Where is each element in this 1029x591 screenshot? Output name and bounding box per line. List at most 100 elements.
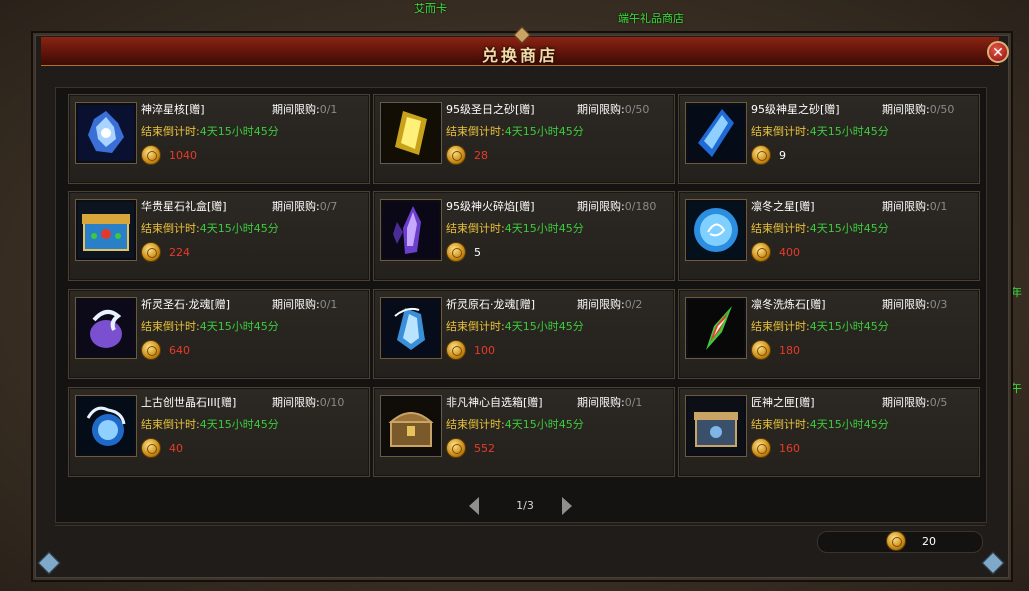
yellow-crystal-icon[interactable]	[380, 102, 442, 164]
gold-coin-icon	[141, 438, 161, 458]
item-name: 祈灵原石·龙魂[赠]	[446, 298, 536, 311]
gold-coin-icon	[886, 531, 906, 551]
page-number: 1/3	[516, 499, 534, 512]
countdown-label: 结束倒计时:	[141, 125, 200, 138]
limit-label: 期间限购:	[577, 103, 625, 116]
refine-stone-icon[interactable]	[685, 297, 747, 359]
countdown-value: 4天15小时45分	[809, 418, 889, 431]
limit-value: 0/1	[929, 200, 948, 213]
pager: 1/3	[35, 493, 1009, 517]
limit-value: 0/180	[624, 200, 657, 213]
limit-value: 0/50	[624, 103, 650, 116]
item-price: 160	[779, 442, 800, 455]
item-price: 40	[169, 442, 183, 455]
limit-label: 期间限购:	[882, 396, 930, 409]
shop-item-card[interactable]: 95级神火碎焰[赠] 期间限购:0/180 结束倒计时:4天15小时45分 5	[373, 191, 675, 281]
ancient-orb-icon[interactable]	[75, 395, 137, 457]
item-price: 400	[779, 246, 800, 259]
item-price: 1040	[169, 149, 197, 162]
shop-item-card[interactable]: 95级圣日之砂[赠] 期间限购:0/50 结束倒计时:4天15小时45分 28	[373, 94, 675, 184]
countdown-value: 4天15小时45分	[504, 125, 584, 138]
gold-coin-icon	[141, 242, 161, 262]
purchase-limit: 期间限购:0/180	[577, 198, 656, 214]
purchase-limit: 期间限购:0/5	[882, 394, 947, 410]
item-name: 95级神星之砂[赠]	[751, 103, 840, 116]
limit-value: 0/7	[319, 200, 338, 213]
dragon-stone-icon[interactable]	[75, 297, 137, 359]
dragon-crystal-icon[interactable]	[380, 297, 442, 359]
star-core-icon[interactable]	[75, 102, 137, 164]
prev-page-button[interactable]	[469, 497, 479, 515]
countdown-label: 结束倒计时:	[751, 418, 810, 431]
treasure-chest-icon[interactable]	[380, 395, 442, 457]
shop-item-card[interactable]: 凛冬洗炼石[赠] 期间限购:0/3 结束倒计时:4天15小时45分 180	[678, 289, 980, 379]
shop-item-card[interactable]: 匠神之匣[赠] 期间限购:0/5 结束倒计时:4天15小时45分 160	[678, 387, 980, 477]
purchase-limit: 期间限购:0/7	[272, 198, 337, 214]
blue-crystal-icon[interactable]	[685, 102, 747, 164]
purple-shard-icon[interactable]	[380, 199, 442, 261]
shop-item-card[interactable]: 凛冬之星[赠] 期间限购:0/1 结束倒计时:4天15小时45分 400	[678, 191, 980, 281]
shop-item-card[interactable]: 祈灵原石·龙魂[赠] 期间限购:0/2 结束倒计时:4天15小时45分 100	[373, 289, 675, 379]
countdown-value: 4天15小时45分	[809, 320, 889, 333]
top-link-gift-shop[interactable]: 端午礼品商店	[618, 10, 684, 26]
corner-ornament-icon	[981, 551, 1005, 575]
countdown-label: 结束倒计时:	[446, 222, 505, 235]
item-grid: 神淬星核[赠] 期间限购:0/1 结束倒计时:4天15小时45分 1040 95级圣日之…	[55, 87, 987, 523]
purchase-limit: 期间限购:0/1	[882, 198, 947, 214]
item-name: 凛冬之星[赠]	[751, 200, 815, 213]
countdown-label: 结束倒计时:	[751, 125, 810, 138]
countdown: 结束倒计时:4天15小时45分	[446, 318, 584, 334]
countdown-label: 结束倒计时:	[446, 418, 505, 431]
shop-item-card[interactable]: 上古创世晶石III[赠] 期间限购:0/10 结束倒计时:4天15小时45分 40	[68, 387, 370, 477]
shop-item-card[interactable]: 95级神星之砂[赠] 期间限购:0/50 结束倒计时:4天15小时45分 9	[678, 94, 980, 184]
close-button[interactable]: ✕	[987, 41, 1009, 63]
countdown: 结束倒计时:4天15小时45分	[141, 416, 279, 432]
countdown: 结束倒计时:4天15小时45分	[446, 123, 584, 139]
gold-coin-icon	[751, 340, 771, 360]
title-bar: 兑换商店 ✕	[41, 26, 1009, 66]
item-price: 100	[474, 344, 495, 357]
top-link-left[interactable]: 艾而卡	[414, 0, 447, 16]
exchange-shop-window: 兑换商店 ✕ 神淬星核[赠] 期间限购:0/1 结束倒计时:4天15小时45分 104…	[33, 26, 1011, 580]
countdown: 结束倒计时:4天15小时45分	[141, 123, 279, 139]
item-name: 上古创世晶石III[赠]	[141, 396, 237, 409]
limit-label: 期间限购:	[272, 298, 320, 311]
currency-wallet: 20	[817, 531, 983, 553]
shop-item-card[interactable]: 祈灵圣石·龙魂[赠] 期间限购:0/1 结束倒计时:4天15小时45分 640	[68, 289, 370, 379]
limit-label: 期间限购:	[882, 103, 930, 116]
frost-orb-icon[interactable]	[685, 199, 747, 261]
countdown-label: 结束倒计时:	[446, 320, 505, 333]
countdown: 结束倒计时:4天15小时45分	[751, 416, 889, 432]
next-page-button[interactable]	[562, 497, 572, 515]
item-price: 9	[779, 149, 786, 162]
gold-coin-icon	[446, 145, 466, 165]
countdown-value: 4天15小时45分	[199, 125, 279, 138]
countdown-value: 4天15小时45分	[199, 222, 279, 235]
gold-coin-icon	[141, 340, 161, 360]
purchase-limit: 期间限购:0/3	[882, 296, 947, 312]
countdown-value: 4天15小时45分	[504, 418, 584, 431]
countdown: 结束倒计时:4天15小时45分	[751, 318, 889, 334]
shop-item-card[interactable]: 非凡神心自选箱[赠] 期间限购:0/1 结束倒计时:4天15小时45分 552	[373, 387, 675, 477]
gold-coin-icon	[751, 145, 771, 165]
item-price: 640	[169, 344, 190, 357]
countdown-value: 4天15小时45分	[809, 222, 889, 235]
gold-coin-icon	[446, 438, 466, 458]
shop-item-card[interactable]: 华贵星石礼盒[赠] 期间限购:0/7 结束倒计时:4天15小时45分 224	[68, 191, 370, 281]
item-price: 28	[474, 149, 488, 162]
window-title: 兑换商店	[481, 46, 558, 65]
countdown-label: 结束倒计时:	[446, 125, 505, 138]
countdown: 结束倒计时:4天15小时45分	[446, 416, 584, 432]
gold-coin-icon	[751, 438, 771, 458]
countdown-value: 4天15小时45分	[504, 320, 584, 333]
countdown-label: 结束倒计时:	[751, 320, 810, 333]
artisan-box-icon[interactable]	[685, 395, 747, 457]
limit-value: 0/50	[929, 103, 955, 116]
gold-coin-icon	[141, 145, 161, 165]
gift-box-icon[interactable]	[75, 199, 137, 261]
limit-label: 期间限购:	[577, 298, 625, 311]
limit-value: 0/1	[319, 103, 338, 116]
purchase-limit: 期间限购:0/1	[272, 296, 337, 312]
item-name: 凛冬洗炼石[赠]	[751, 298, 826, 311]
shop-item-card[interactable]: 神淬星核[赠] 期间限购:0/1 结束倒计时:4天15小时45分 1040	[68, 94, 370, 184]
